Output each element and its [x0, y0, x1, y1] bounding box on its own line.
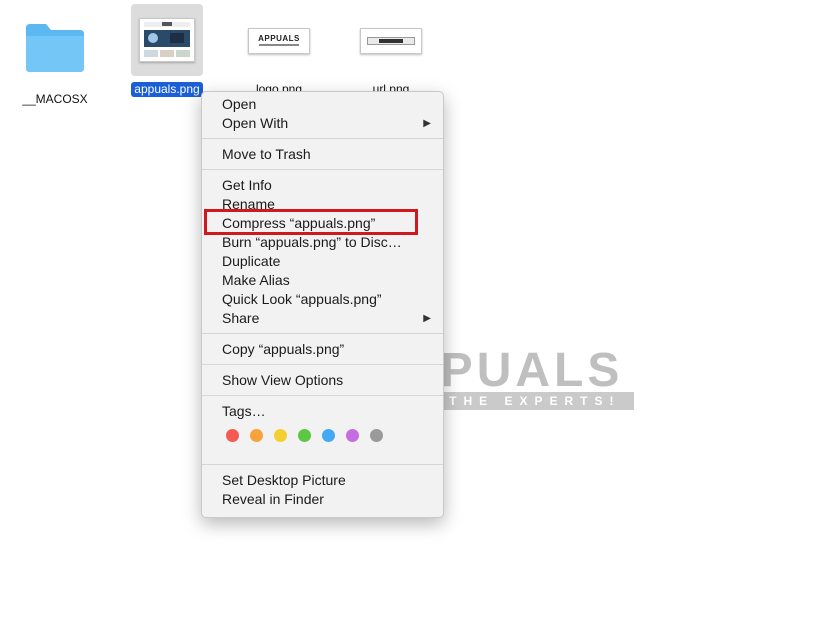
- menu-separator: [202, 464, 443, 465]
- menu-item-quick-look[interactable]: Quick Look “appuals.png”: [202, 290, 443, 309]
- image-thumbnail-icon: APPUALS: [243, 4, 315, 76]
- menu-item-duplicate[interactable]: Duplicate: [202, 252, 443, 271]
- folder-icon: [19, 14, 91, 86]
- menu-item-burn-to-disc[interactable]: Burn “appuals.png” to Disc…: [202, 233, 443, 252]
- tag-red-dot[interactable]: [226, 429, 239, 442]
- tag-orange-dot[interactable]: [250, 429, 263, 442]
- menu-item-make-alias[interactable]: Make Alias: [202, 271, 443, 290]
- menu-item-get-info[interactable]: Get Info: [202, 176, 443, 195]
- logo-thumb-text: APPUALS: [258, 34, 300, 43]
- image-thumbnail-icon: [355, 4, 427, 76]
- menu-separator: [202, 138, 443, 139]
- tag-colors: [202, 421, 443, 459]
- file-appuals-png[interactable]: appuals.png: [112, 4, 222, 98]
- tag-blue-dot[interactable]: [322, 429, 335, 442]
- menu-item-share[interactable]: Share ▶: [202, 309, 443, 328]
- submenu-arrow-icon: ▶: [423, 118, 431, 129]
- menu-separator: [202, 169, 443, 170]
- tag-yellow-dot[interactable]: [274, 429, 287, 442]
- menu-item-tags[interactable]: Tags…: [202, 402, 443, 421]
- menu-item-move-to-trash[interactable]: Move to Trash: [202, 145, 443, 164]
- context-menu: Open Open With ▶ Move to Trash Get Info …: [201, 91, 444, 518]
- menu-item-show-view-options[interactable]: Show View Options: [202, 371, 443, 390]
- file-logo-png[interactable]: APPUALS logo.png: [224, 4, 334, 98]
- file-name: appuals.png: [131, 82, 203, 97]
- menu-item-copy[interactable]: Copy “appuals.png”: [202, 340, 443, 359]
- menu-item-open-with[interactable]: Open With ▶: [202, 114, 443, 133]
- image-thumbnail-icon: [131, 4, 203, 76]
- folder-macosx[interactable]: __MACOSX: [0, 14, 110, 108]
- menu-item-reveal-in-finder[interactable]: Reveal in Finder: [202, 490, 443, 509]
- file-name: __MACOSX: [22, 92, 88, 106]
- compress-highlight-box: [204, 209, 418, 235]
- tag-green-dot[interactable]: [298, 429, 311, 442]
- menu-item-set-desktop-picture[interactable]: Set Desktop Picture: [202, 471, 443, 490]
- menu-separator: [202, 395, 443, 396]
- menu-item-open[interactable]: Open: [202, 95, 443, 114]
- tag-purple-dot[interactable]: [346, 429, 359, 442]
- menu-separator: [202, 364, 443, 365]
- menu-separator: [202, 333, 443, 334]
- tag-gray-dot[interactable]: [370, 429, 383, 442]
- submenu-arrow-icon: ▶: [423, 313, 431, 324]
- file-url-png[interactable]: url.png: [336, 4, 446, 98]
